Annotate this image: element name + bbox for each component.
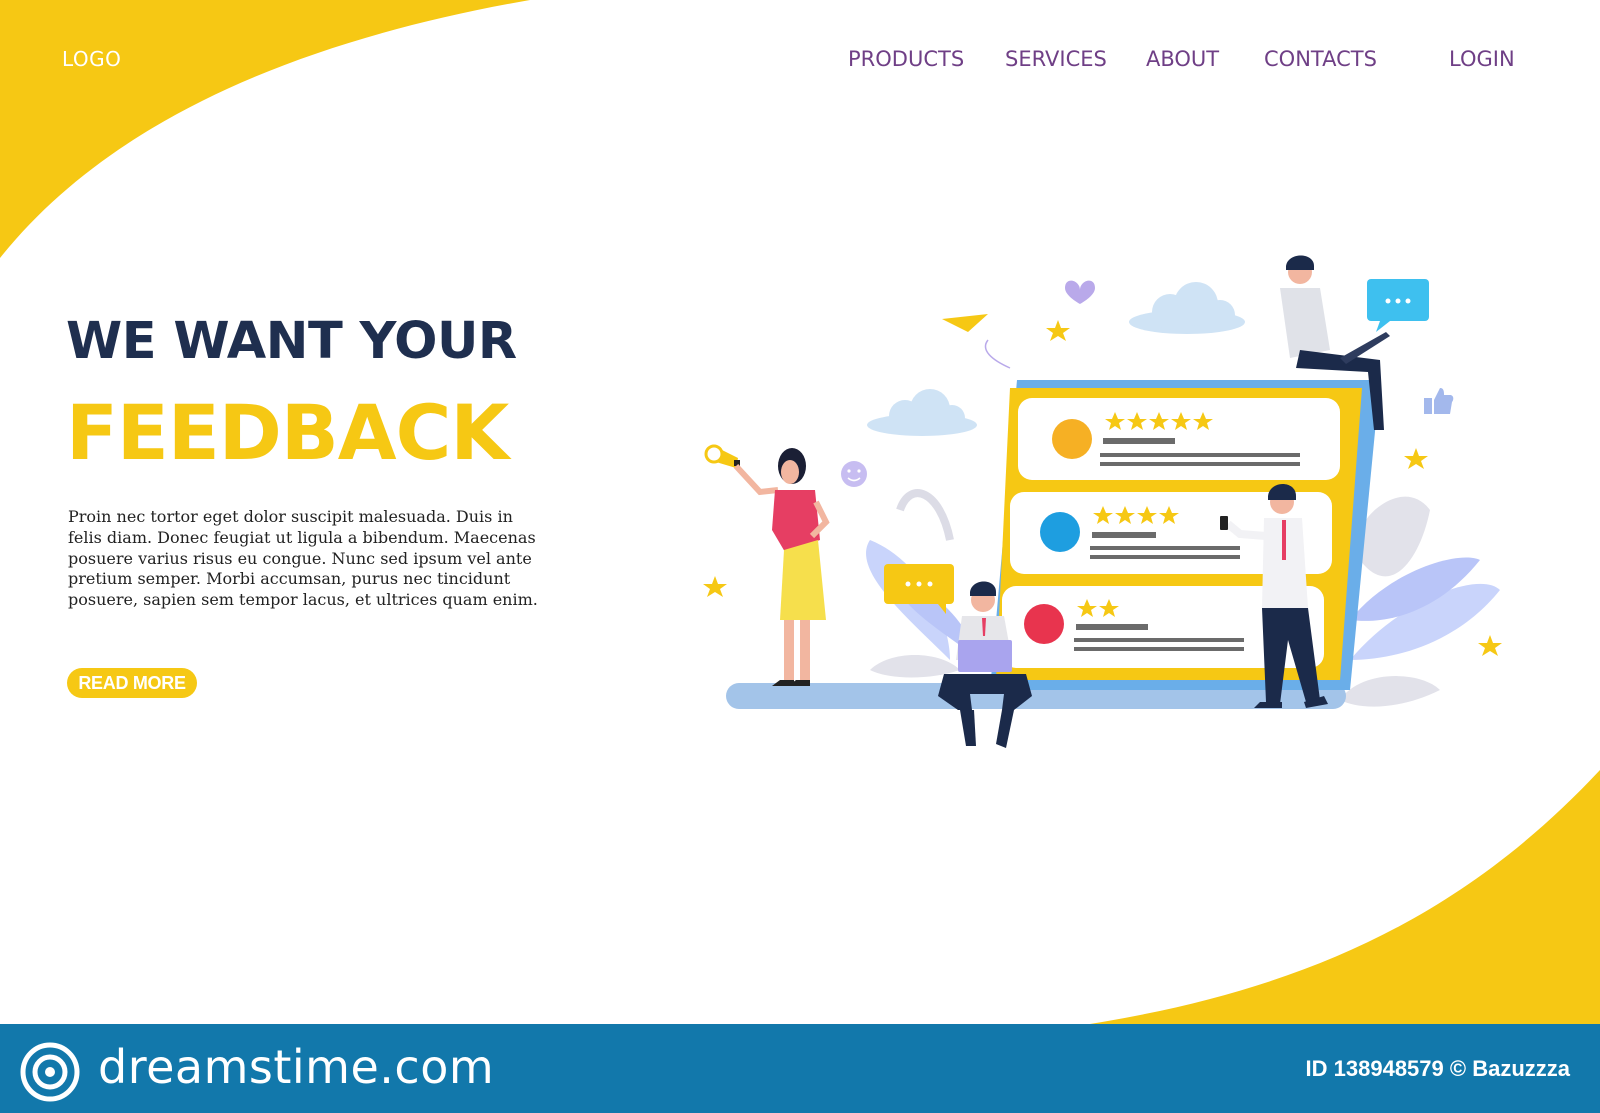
hero-title-line2: FEEDBACK [66,388,509,477]
reviewer-avatar [1052,419,1092,459]
reviewer-avatar [1024,604,1064,644]
swirl-logo-icon [20,1042,80,1102]
chat-bubble-icon [1367,279,1429,332]
hero-description: Proin nec tortor eget dolor suscipit mal… [68,507,538,610]
nav-products[interactable]: PRODUCTS [848,47,964,71]
footer-brand[interactable]: dreamstime.com [98,1040,494,1094]
smiley-icon [841,461,867,487]
review-card [1018,398,1340,480]
paper-plane-icon [942,314,1011,369]
nav-contacts[interactable]: CONTACTS [1264,47,1377,71]
read-more-button[interactable]: READ MORE [67,668,197,698]
feedback-illustration [703,255,1502,748]
footer-bar: dreamstime.com ID 138948579 © Bazuzzza [0,1024,1600,1113]
main-nav: PRODUCTS SERVICES ABOUT CONTACTS LOGIN [0,47,1600,77]
nav-about[interactable]: ABOUT [1146,47,1219,71]
heart-icon [1065,280,1095,304]
woman-with-megaphone [704,444,830,686]
cloud-icon [1129,282,1245,334]
thumbs-up-icon [1424,388,1454,414]
footer-image-id: ID 138948579 © Bazuzzza [1305,1056,1570,1081]
reviewer-avatar [1040,512,1080,552]
login-link[interactable]: LOGIN [1449,47,1515,71]
hero-title-line1: WE WANT YOUR [66,312,517,371]
nav-services[interactable]: SERVICES [1005,47,1107,71]
cloud-icon [867,389,977,436]
